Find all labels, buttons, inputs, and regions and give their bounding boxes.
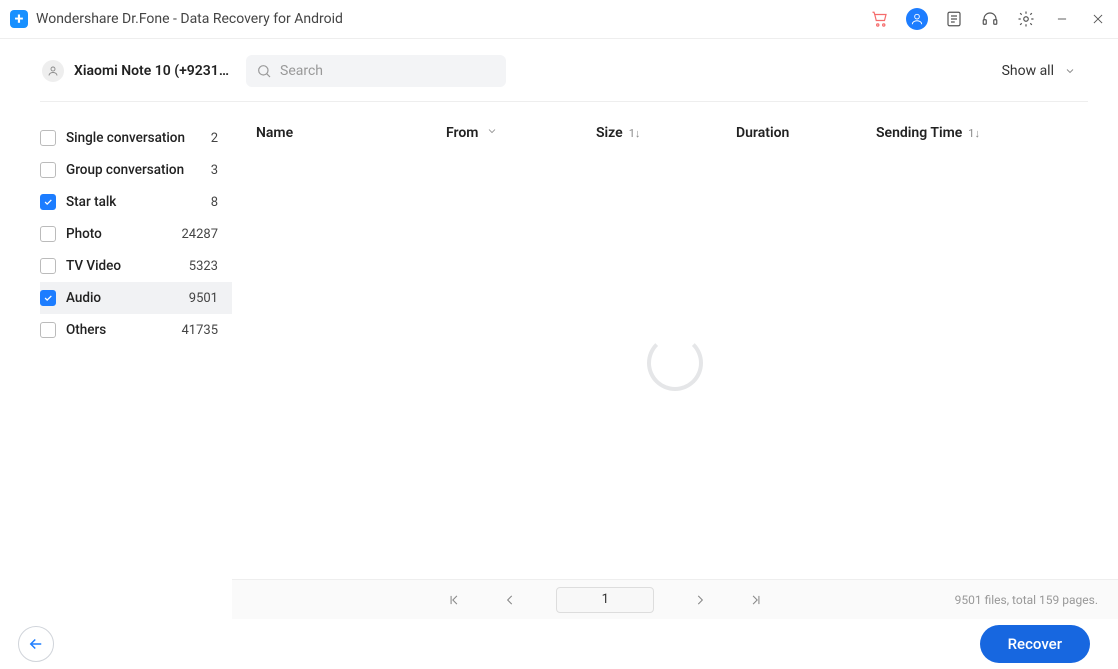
pagination-bar: 9501 files, total 159 pages. — [232, 579, 1118, 619]
table-header: Name From Size 1↓ Duration Sending Time … — [232, 102, 1118, 146]
main-panel: Name From Size 1↓ Duration Sending Time … — [232, 102, 1118, 619]
category-item[interactable]: Photo24287 — [40, 218, 232, 250]
minimize-button[interactable] — [1052, 9, 1072, 29]
loading-spinner-icon — [647, 335, 703, 391]
close-button[interactable] — [1088, 9, 1108, 29]
page-number-input[interactable] — [556, 587, 654, 613]
column-duration[interactable]: Duration — [736, 125, 876, 141]
category-label: Group conversation — [66, 162, 211, 178]
category-checkbox[interactable] — [40, 258, 56, 274]
column-from[interactable]: From — [446, 125, 596, 141]
next-page-button[interactable] — [690, 590, 710, 610]
category-item[interactable]: Star talk8 — [40, 186, 232, 218]
column-name[interactable]: Name — [256, 125, 446, 141]
app-title: Wondershare Dr.Fone - Data Recovery for … — [36, 11, 343, 27]
category-checkbox[interactable] — [40, 290, 56, 306]
category-item[interactable]: Audio9501 — [40, 282, 232, 314]
footer-bar: Recover — [0, 619, 1118, 669]
search-input[interactable] — [246, 55, 506, 87]
filter-dropdown[interactable]: Show all — [1002, 63, 1088, 79]
category-label: Single conversation — [66, 130, 211, 146]
toolbar: Xiaomi Note 10 (+92315... Show all — [0, 39, 1118, 91]
filter-label: Show all — [1002, 63, 1054, 79]
category-item[interactable]: Single conversation2 — [40, 122, 232, 154]
arrow-left-icon — [27, 635, 45, 653]
device-avatar-icon — [42, 60, 64, 82]
category-sidebar: Single conversation2Group conversation3S… — [0, 102, 232, 619]
pager-controls — [256, 587, 955, 613]
category-count: 2 — [211, 131, 218, 146]
category-count: 9501 — [189, 291, 218, 306]
chevron-down-icon — [486, 125, 498, 141]
titlebar-left: + Wondershare Dr.Fone - Data Recovery fo… — [10, 10, 343, 28]
chevron-down-icon — [1064, 65, 1076, 77]
category-label: Others — [66, 322, 181, 338]
category-item[interactable]: Others41735 — [40, 314, 232, 346]
category-label: Star talk — [66, 194, 211, 210]
column-size[interactable]: Size 1↓ — [596, 125, 736, 141]
category-checkbox[interactable] — [40, 226, 56, 242]
category-count: 8 — [211, 195, 218, 210]
feedback-icon[interactable] — [944, 9, 964, 29]
cart-icon[interactable] — [870, 9, 890, 29]
category-count: 5323 — [189, 259, 218, 274]
search-wrap — [246, 55, 506, 87]
titlebar: + Wondershare Dr.Fone - Data Recovery fo… — [0, 0, 1118, 38]
category-checkbox[interactable] — [40, 194, 56, 210]
back-button[interactable] — [18, 626, 54, 662]
device-selector[interactable]: Xiaomi Note 10 (+92315... — [42, 60, 234, 82]
column-sending-time[interactable]: Sending Time 1↓ — [876, 125, 1098, 141]
last-page-button[interactable] — [746, 590, 766, 610]
recover-button[interactable]: Recover — [980, 625, 1090, 663]
category-checkbox[interactable] — [40, 322, 56, 338]
category-label: Audio — [66, 290, 189, 306]
support-headset-icon[interactable] — [980, 9, 1000, 29]
category-item[interactable]: TV Video5323 — [40, 250, 232, 282]
settings-gear-icon[interactable] — [1016, 9, 1036, 29]
user-icon[interactable] — [906, 8, 928, 30]
first-page-button[interactable] — [444, 590, 464, 610]
category-count: 24287 — [181, 227, 218, 242]
device-name: Xiaomi Note 10 (+92315... — [74, 63, 234, 79]
app-logo-icon: + — [10, 10, 28, 28]
loading-area — [232, 146, 1118, 579]
category-item[interactable]: Group conversation3 — [40, 154, 232, 186]
sort-indicator: 1↓ — [629, 127, 641, 140]
category-label: TV Video — [66, 258, 189, 274]
category-checkbox[interactable] — [40, 162, 56, 178]
category-count: 41735 — [181, 323, 218, 338]
search-icon — [256, 63, 272, 79]
prev-page-button[interactable] — [500, 590, 520, 610]
titlebar-right — [870, 8, 1108, 30]
content-area: Single conversation2Group conversation3S… — [0, 102, 1118, 619]
category-count: 3 — [211, 163, 218, 178]
pagination-summary: 9501 files, total 159 pages. — [955, 593, 1098, 607]
category-checkbox[interactable] — [40, 130, 56, 146]
sort-indicator: 1↓ — [968, 127, 980, 140]
category-label: Photo — [66, 226, 181, 242]
